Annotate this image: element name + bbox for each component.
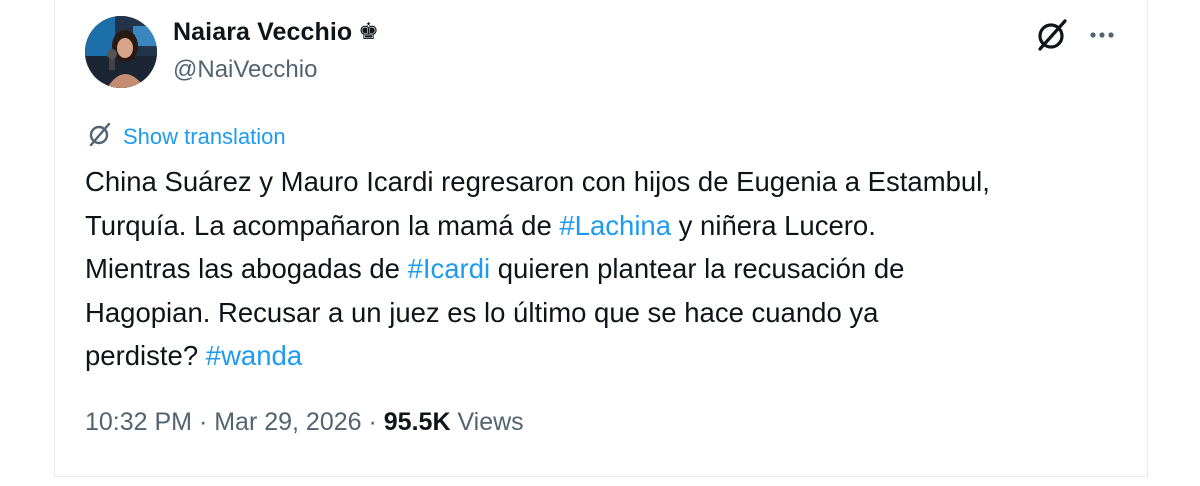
hashtag-link[interactable]: #wanda [206,340,302,371]
views-count: 95.5K [383,408,451,436]
tweet-date[interactable]: Mar 29, 2026 [214,408,361,436]
author-handle[interactable]: @NaiVecchio [173,56,317,84]
tweet-time[interactable]: 10:32 PM [85,408,192,436]
hashtag-link[interactable]: #Lachina [559,210,671,241]
tweet-card: Naiara Vecchio ♚ @NaiVecchio Show transl… [54,0,1148,477]
hashtag-link[interactable]: #Icardi [408,253,491,284]
grok-icon[interactable] [1035,18,1069,52]
show-translation-label[interactable]: Show translation [123,124,286,150]
tweet-meta: 10:32 PM · Mar 29, 2026 · 95.5K Views [85,408,524,437]
crown-icon: ♚ [358,19,379,45]
more-icon[interactable] [1085,20,1119,50]
grok-translate-icon [87,121,113,152]
meta-separator: · [192,408,215,436]
avatar[interactable] [85,16,157,88]
show-translation-button[interactable]: Show translation [87,121,286,152]
views-label: Views [450,408,524,436]
author-name-row[interactable]: Naiara Vecchio ♚ [173,18,379,47]
author-display-name[interactable]: Naiara Vecchio [173,18,352,47]
meta-separator: · [361,408,384,436]
tweet-text: China Suárez y Mauro Icardi regresaron c… [85,160,1125,378]
